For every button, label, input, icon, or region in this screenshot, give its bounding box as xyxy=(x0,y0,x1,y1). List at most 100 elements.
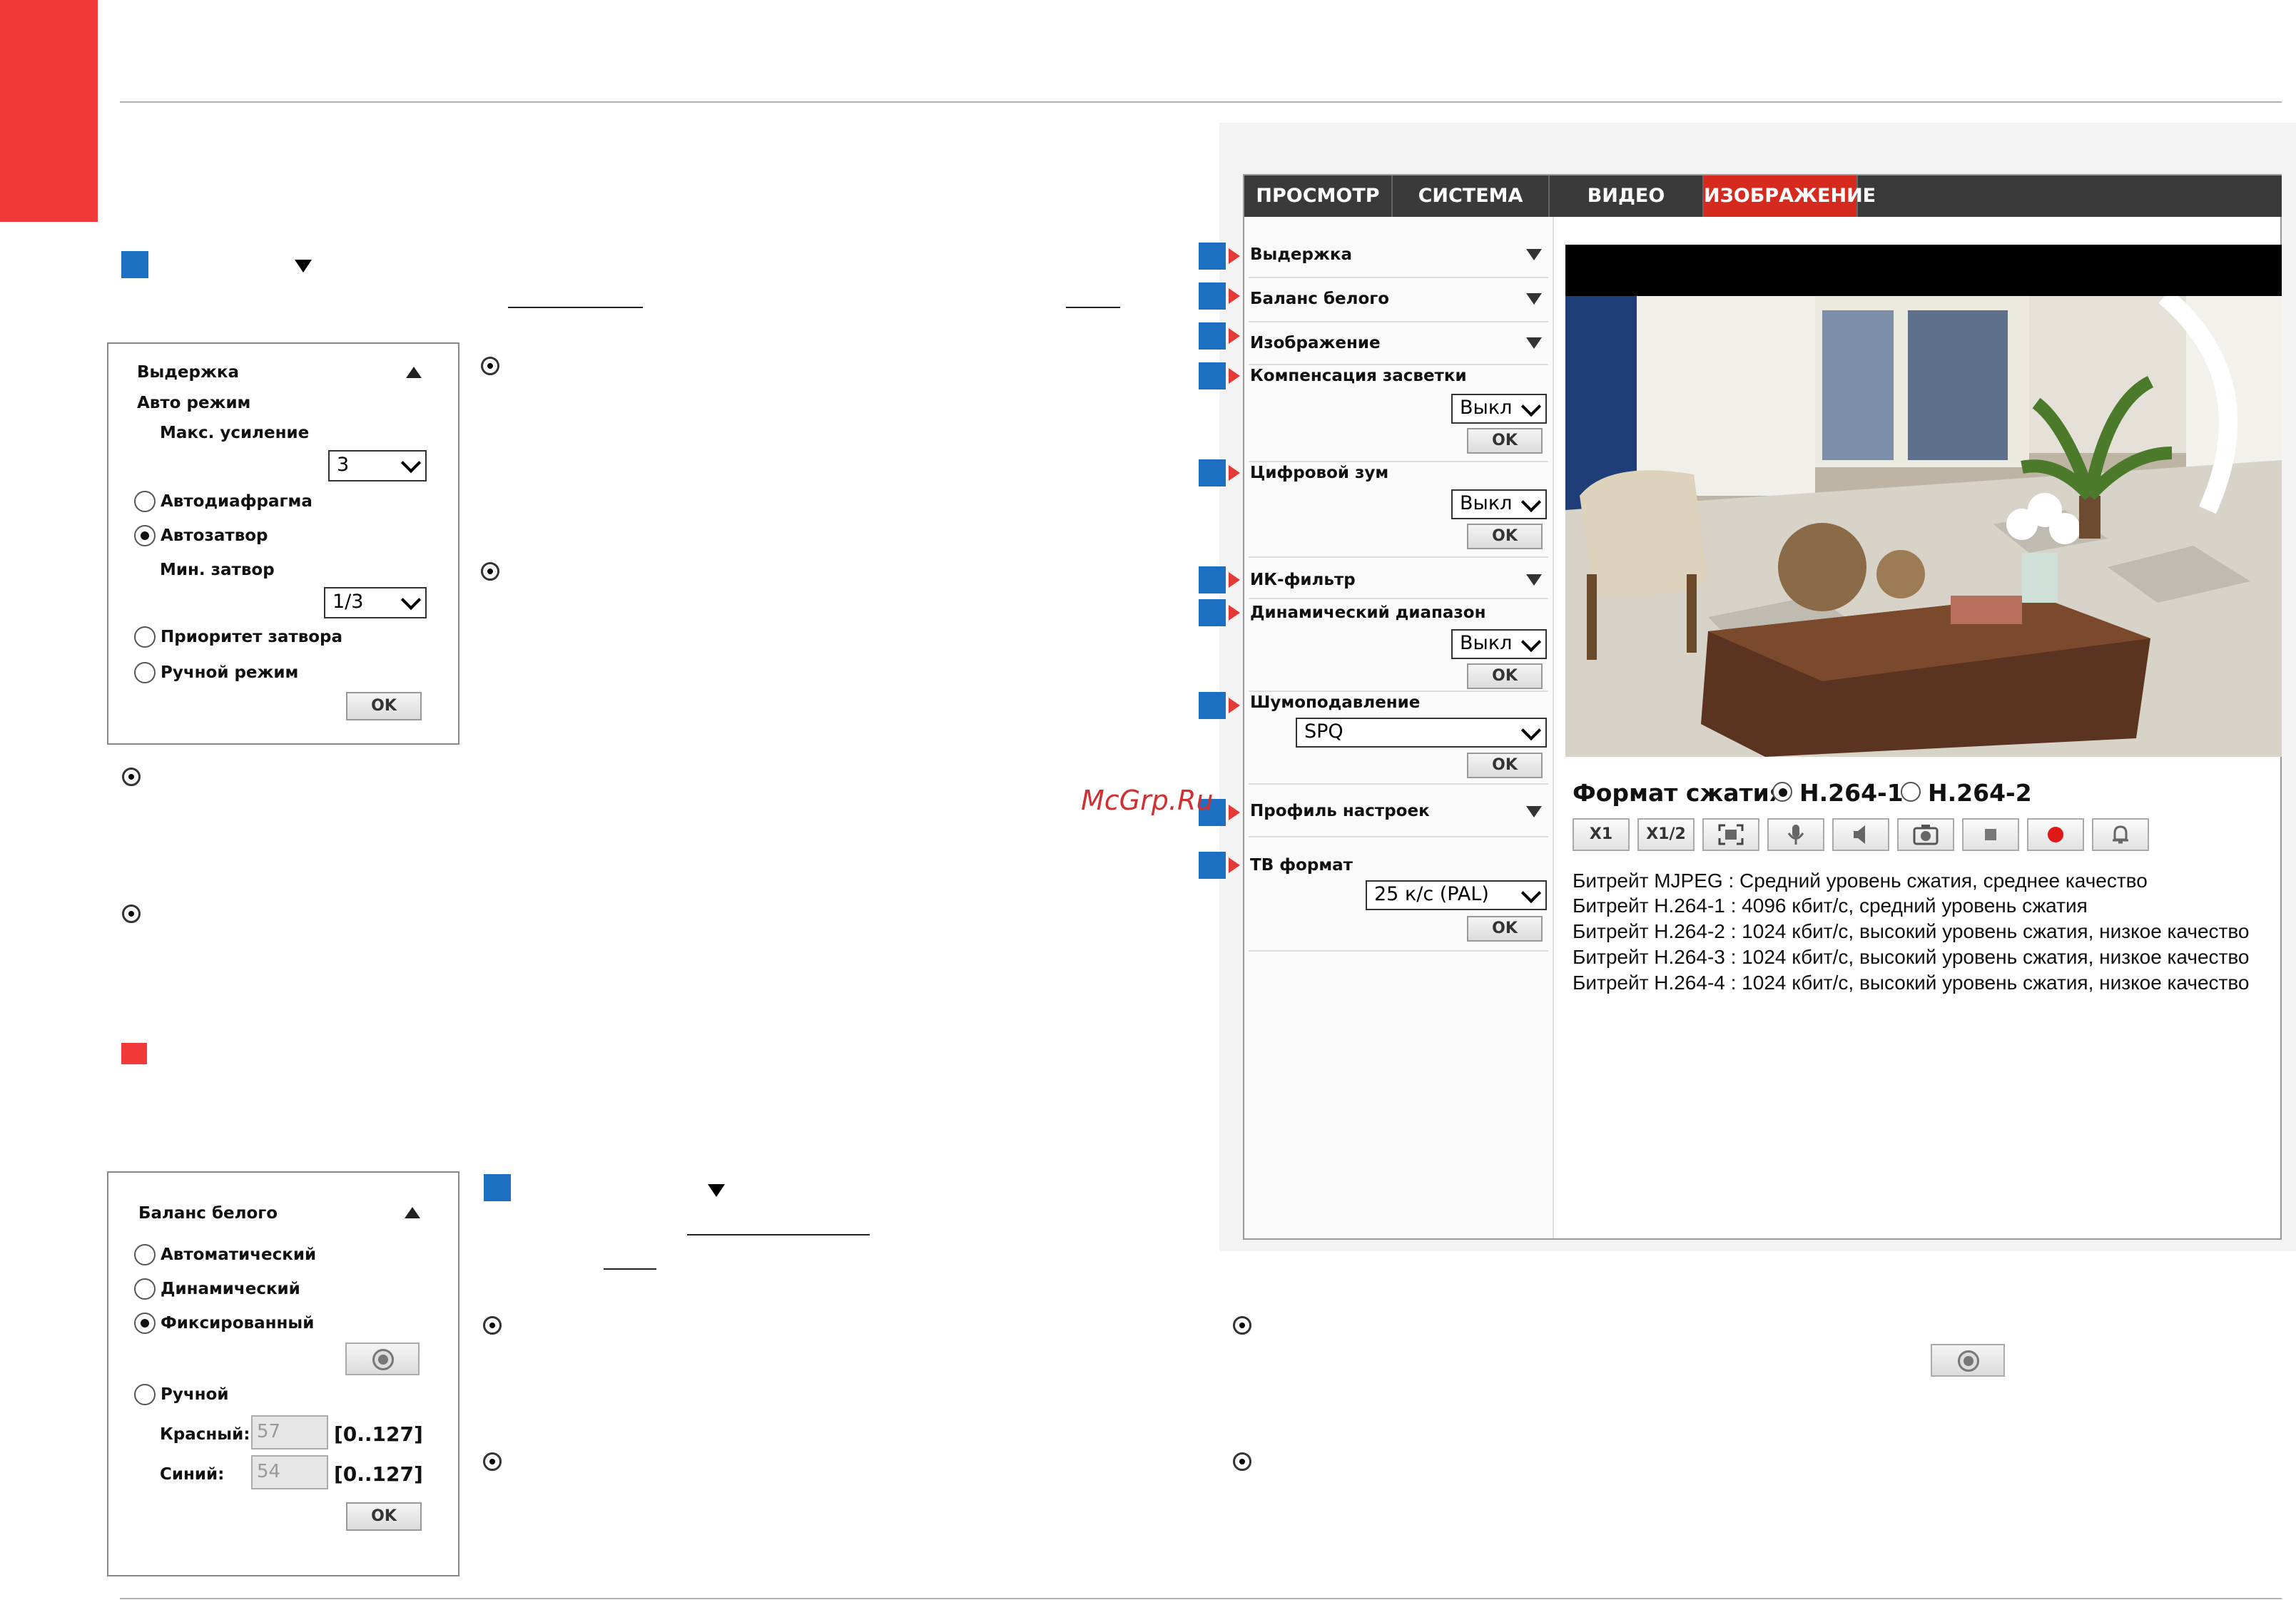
ok-button[interactable]: OK xyxy=(346,1502,422,1531)
radio-wb-manual[interactable] xyxy=(134,1384,156,1405)
menu-profile[interactable]: Профиль настроек xyxy=(1250,802,1430,820)
menu-noise-reduction: Шумоподавление xyxy=(1250,693,1421,712)
camera-icon xyxy=(1913,825,1939,845)
arrow-right-icon xyxy=(1229,805,1240,820)
bullet-icon xyxy=(122,905,141,923)
microphone-button[interactable] xyxy=(1767,818,1824,851)
capture-wb-button[interactable] xyxy=(345,1342,420,1375)
ok-button[interactable]: OK xyxy=(1467,524,1543,549)
bitrate-line: Битрейт H.264-4 : 1024 кбит/с, высокий у… xyxy=(1573,972,2250,994)
radio-wb-dynamic[interactable] xyxy=(134,1278,156,1300)
callout-marker xyxy=(1199,692,1226,719)
digital-zoom-select[interactable]: Выкл xyxy=(1451,489,1547,519)
record-icon xyxy=(2048,827,2063,842)
bitrate-line: Битрейт H.264-3 : 1024 кбит/с, высокий у… xyxy=(1573,946,2250,968)
radio-wb-auto[interactable] xyxy=(134,1244,156,1265)
menu-ir-filter[interactable]: ИК-фильтр xyxy=(1250,571,1356,589)
max-gain-select[interactable]: 3 xyxy=(328,450,427,481)
stop-button[interactable] xyxy=(1962,818,2019,851)
panel-title: Выдержка xyxy=(137,363,239,382)
radio-wb-fixed[interactable] xyxy=(134,1313,156,1334)
radio-codec-2[interactable] xyxy=(1901,782,1921,802)
chevron-down-icon xyxy=(1520,882,1542,904)
video-header-bar xyxy=(1565,245,2282,296)
format-label: Формат сжатия xyxy=(1573,779,1784,807)
capture-wb-button[interactable] xyxy=(1931,1344,2005,1377)
ok-button[interactable]: OK xyxy=(1467,663,1543,689)
divider xyxy=(1249,598,1548,599)
bitrate-line: Битрейт H.264-2 : 1024 кбит/с, высокий у… xyxy=(1573,920,2250,942)
white-balance-panel: Баланс белого Автоматический Динамически… xyxy=(107,1171,459,1576)
callout-marker xyxy=(1199,459,1226,486)
fullscreen-button[interactable] xyxy=(1702,818,1759,851)
menu-dynamic-range: Динамический диапазон xyxy=(1250,603,1486,622)
tab-system[interactable]: СИСТЕМА xyxy=(1393,175,1550,217)
tab-view[interactable]: ПРОСМОТР xyxy=(1244,175,1393,217)
collapse-icon[interactable] xyxy=(406,367,422,378)
ok-button[interactable]: OK xyxy=(1467,428,1543,454)
collapse-icon[interactable] xyxy=(405,1207,420,1218)
header-rule xyxy=(120,101,2282,103)
menu-exposure[interactable]: Выдержка xyxy=(1250,245,1352,264)
arrow-right-icon xyxy=(1229,328,1240,344)
radio-auto-iris[interactable] xyxy=(134,491,156,512)
expand-icon[interactable] xyxy=(1526,249,1542,260)
speaker-button[interactable] xyxy=(1832,818,1889,851)
auto-iris-label: Автодиафрагма xyxy=(161,492,313,511)
callout-marker xyxy=(1199,282,1226,310)
bell-icon xyxy=(2113,825,2128,844)
ok-button[interactable]: OK xyxy=(1467,916,1543,942)
snapshot-button[interactable] xyxy=(1897,818,1954,851)
zoom-x1-button[interactable]: X1 xyxy=(1573,818,1630,851)
callout-marker xyxy=(1199,566,1226,593)
stop-icon xyxy=(1985,829,1996,840)
wb-manual-label: Ручной xyxy=(161,1385,229,1404)
divider xyxy=(1249,836,1548,837)
divider xyxy=(1249,783,1548,785)
blue-label: Синий: xyxy=(160,1465,225,1484)
callout-marker xyxy=(1199,322,1226,350)
noise-reduction-select[interactable]: SPQ xyxy=(1296,718,1547,748)
expand-icon[interactable] xyxy=(1526,337,1542,349)
blue-input[interactable]: 54 xyxy=(251,1455,328,1489)
chevron-down-icon xyxy=(1520,720,1542,741)
divider xyxy=(1249,950,1548,952)
expand-icon[interactable] xyxy=(1526,293,1542,305)
radio-shutter-priority[interactable] xyxy=(134,626,156,648)
backlight-value: Выкл xyxy=(1460,397,1513,419)
wb-auto-label: Автоматический xyxy=(161,1245,317,1264)
radio-codec-1[interactable] xyxy=(1772,782,1792,802)
max-gain-label: Макс. усиление xyxy=(160,424,310,442)
dropdown-arrow-icon xyxy=(708,1184,725,1197)
section-marker xyxy=(121,251,148,278)
alarm-button[interactable] xyxy=(2092,818,2149,851)
ok-button[interactable]: OK xyxy=(1467,753,1543,778)
radio-manual-mode[interactable] xyxy=(134,662,156,683)
zoom-half-button[interactable]: X1/2 xyxy=(1637,818,1695,851)
auto-shutter-label: Автозатвор xyxy=(161,526,268,545)
ok-button[interactable]: OK xyxy=(346,692,422,720)
red-input[interactable]: 57 xyxy=(251,1415,328,1449)
record-button[interactable] xyxy=(2027,818,2084,851)
divider xyxy=(1249,277,1548,278)
tab-image[interactable]: ИЗОБРАЖЕНИЕ xyxy=(1704,175,1876,217)
divider xyxy=(1249,556,1548,558)
radio-auto-shutter[interactable] xyxy=(134,525,156,546)
bullet-icon xyxy=(1233,1316,1251,1335)
record-icon xyxy=(372,1349,394,1370)
tv-format-select[interactable]: 25 к/с (PAL) xyxy=(1366,880,1547,910)
backlight-select[interactable]: Выкл xyxy=(1451,394,1547,424)
expand-icon[interactable] xyxy=(1526,806,1542,817)
min-shutter-select[interactable]: 1/3 xyxy=(324,587,427,618)
arrow-right-icon xyxy=(1229,605,1240,621)
menu-white-balance[interactable]: Баланс белого xyxy=(1250,290,1389,308)
arrow-right-icon xyxy=(1229,248,1240,264)
menu-image[interactable]: Изображение xyxy=(1250,334,1381,352)
text-underline xyxy=(604,1268,656,1270)
bullet-icon xyxy=(1233,1452,1251,1471)
menu-tv-format: ТВ формат xyxy=(1250,856,1353,875)
wb-fixed-label: Фиксированный xyxy=(161,1314,315,1333)
dynamic-range-select[interactable]: Выкл xyxy=(1451,629,1547,659)
expand-icon[interactable] xyxy=(1526,574,1542,586)
tab-video[interactable]: ВИДЕО xyxy=(1550,175,1704,217)
